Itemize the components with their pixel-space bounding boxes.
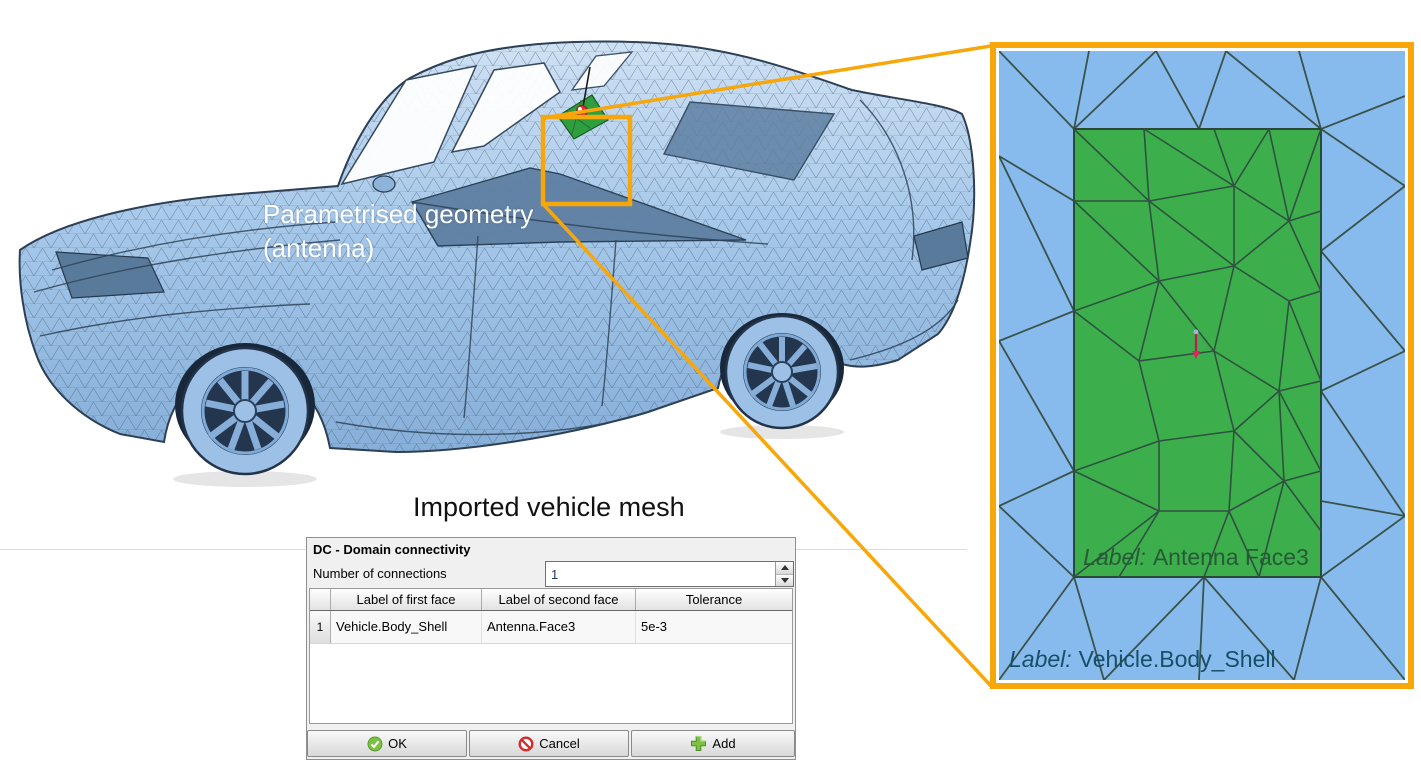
connections-table: Label of first face Label of second face… xyxy=(309,588,793,724)
inset-vehicle-label: Label: Vehicle.Body_Shell xyxy=(1009,646,1276,673)
ok-button[interactable]: OK xyxy=(307,730,467,757)
parametrised-geometry-label: Parametrised geometry (antenna) xyxy=(263,197,533,265)
antenna-face-name: Antenna Face3 xyxy=(1153,544,1309,570)
label-prefix: Label: xyxy=(1009,646,1072,672)
cancel-button-label: Cancel xyxy=(539,736,579,751)
spinner-up-button[interactable] xyxy=(776,562,793,574)
cell-tolerance[interactable]: 5e-3 xyxy=(636,611,792,643)
front-wheel xyxy=(182,348,308,474)
row-number-cell[interactable]: 1 xyxy=(310,611,331,643)
connections-spinbox xyxy=(545,561,794,587)
cancel-prohibit-icon xyxy=(518,736,534,752)
inset-mesh-view xyxy=(999,51,1405,680)
figure-canvas: Parametrised geometry (antenna) Imported… xyxy=(0,0,1421,769)
table-row[interactable]: 1 Vehicle.Body_Shell Antenna.Face3 5e-3 xyxy=(310,611,792,644)
magnified-inset: Label: Antenna Face3 Label: Vehicle.Body_S… xyxy=(990,42,1414,689)
col-header-second-face: Label of second face xyxy=(482,589,636,610)
domain-connectivity-dialog: DC - Domain connectivity Number of conne… xyxy=(306,537,796,760)
table-header: Label of first face Label of second face… xyxy=(310,589,792,611)
cancel-button[interactable]: Cancel xyxy=(469,730,629,757)
add-button-label: Add xyxy=(712,736,735,751)
add-button[interactable]: Add xyxy=(631,730,795,757)
chevron-down-icon xyxy=(781,578,789,583)
inset-antenna-label: Label: Antenna Face3 xyxy=(1076,544,1316,571)
feed-point-marker xyxy=(577,106,588,117)
vehicle-body-name: Vehicle.Body_Shell xyxy=(1079,646,1276,672)
rear-wheel xyxy=(726,316,838,428)
col-header-tolerance: Tolerance xyxy=(636,589,792,610)
connections-input[interactable] xyxy=(546,562,775,586)
col-header-first-face: Label of first face xyxy=(331,589,482,610)
dialog-title: DC - Domain connectivity xyxy=(313,542,470,557)
side-mirror xyxy=(373,176,395,192)
connections-label: Number of connections xyxy=(313,566,447,581)
cell-first-face[interactable]: Vehicle.Body_Shell xyxy=(331,611,482,643)
spinner-down-button[interactable] xyxy=(776,574,793,587)
imported-mesh-label: Imported vehicle mesh xyxy=(413,492,685,523)
label-prefix: Label: xyxy=(1083,544,1146,570)
headlight xyxy=(56,252,164,298)
ok-check-icon xyxy=(367,736,383,752)
spinner xyxy=(775,562,793,586)
add-plus-icon xyxy=(690,735,707,752)
corner-header-cell xyxy=(310,589,331,610)
cell-second-face[interactable]: Antenna.Face3 xyxy=(482,611,636,643)
chevron-up-icon xyxy=(781,565,789,570)
ok-button-label: OK xyxy=(388,736,407,751)
